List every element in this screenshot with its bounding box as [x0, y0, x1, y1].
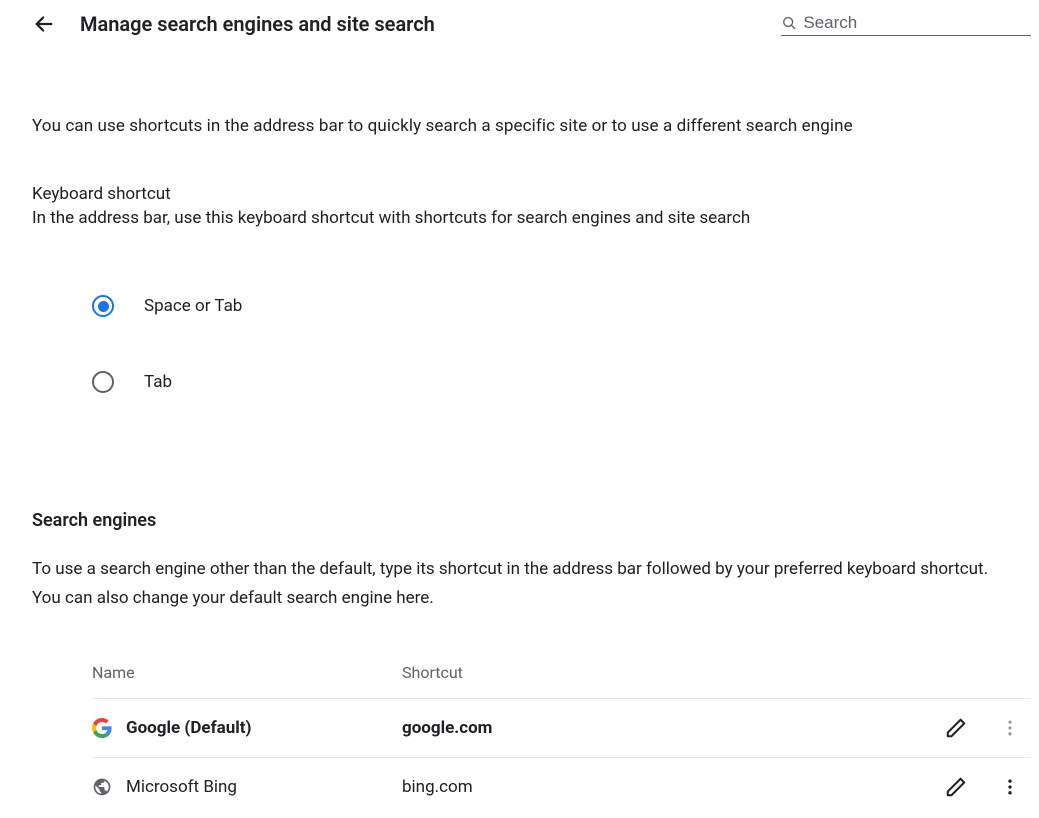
search-field[interactable]: [781, 13, 1031, 36]
more-button[interactable]: [999, 776, 1021, 798]
engine-name: Google (Default): [126, 718, 252, 738]
pencil-icon: [945, 717, 967, 739]
page-title: Manage search engines and site search: [80, 12, 435, 36]
more-button[interactable]: [999, 717, 1021, 739]
radio-option-space-or-tab[interactable]: Space or Tab: [92, 268, 1031, 344]
engine-shortcut: bing.com: [402, 777, 945, 797]
globe-icon: [92, 777, 112, 797]
radio-label: Space or Tab: [144, 296, 242, 316]
radio-label: Tab: [144, 372, 172, 392]
edit-button[interactable]: [945, 717, 967, 739]
google-icon: [92, 718, 112, 738]
back-button[interactable]: [32, 12, 56, 36]
search-icon: [781, 14, 797, 32]
search-input[interactable]: [803, 13, 1031, 33]
search-engines-description: To use a search engine other than the de…: [32, 555, 1012, 613]
search-engines-table: Name Shortcut Google (Default) google.co…: [92, 649, 1031, 816]
table-row: Google (Default) google.com: [92, 699, 1031, 758]
radio-button-icon: [92, 295, 114, 317]
radio-button-icon: [92, 371, 114, 393]
column-name: Name: [92, 663, 402, 682]
intro-text: You can use shortcuts in the address bar…: [32, 116, 1031, 136]
engine-shortcut: google.com: [402, 718, 945, 738]
search-engines-title: Search engines: [32, 510, 1031, 531]
keyboard-shortcut-label: Keyboard shortcut: [32, 184, 1031, 204]
more-vertical-icon: [1000, 777, 1020, 797]
keyboard-shortcut-options: Space or Tab Tab: [32, 268, 1031, 420]
edit-button[interactable]: [945, 776, 967, 798]
more-vertical-icon: [1000, 718, 1020, 738]
pencil-icon: [945, 776, 967, 798]
arrow-left-icon: [33, 13, 55, 35]
column-shortcut: Shortcut: [402, 663, 1031, 682]
engine-name: Microsoft Bing: [126, 777, 237, 797]
keyboard-shortcut-description: In the address bar, use this keyboard sh…: [32, 208, 1031, 228]
table-row: Microsoft Bing bing.com: [92, 758, 1031, 816]
radio-option-tab[interactable]: Tab: [92, 344, 1031, 420]
table-header: Name Shortcut: [92, 649, 1031, 699]
